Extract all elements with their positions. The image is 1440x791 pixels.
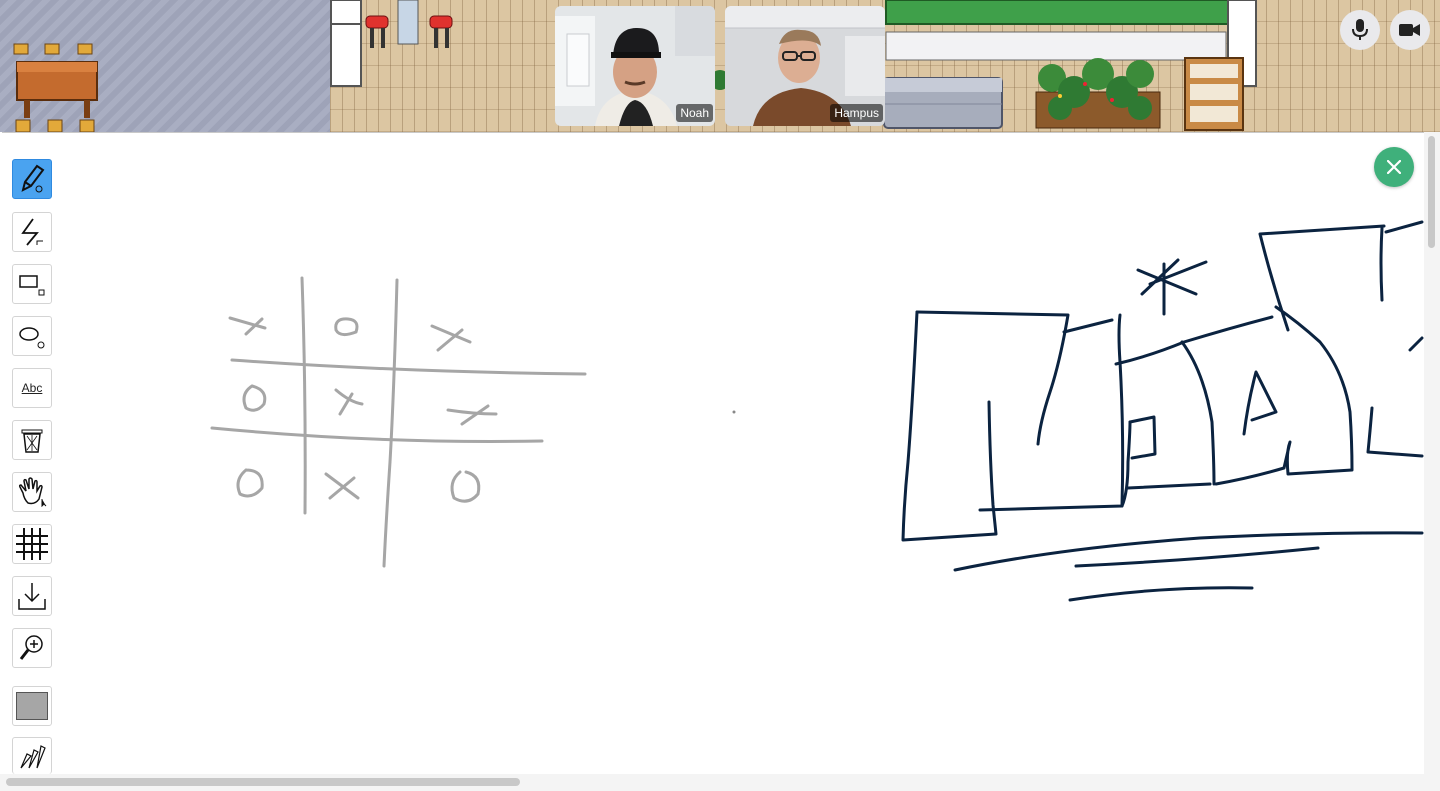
line-icon [21,218,43,246]
pan-tool-button[interactable] [12,472,52,512]
game-view: Noah Hampus [0,0,1440,132]
trash-icon [21,429,43,453]
noah-lettering-drawing [901,220,1424,602]
stool-icon [365,0,453,48]
text-tool-label: Abc [21,381,43,395]
horizontal-scrollbar[interactable] [0,774,1440,791]
pen-tool-button[interactable] [12,159,52,199]
microphone-icon [1352,19,1368,40]
text-tool-button[interactable]: Abc [12,368,52,408]
ellipse-icon [19,327,45,349]
vertical-scroll-thumb[interactable] [1428,136,1435,248]
color-swatch-icon [16,692,48,720]
drawing-layer [210,220,1424,602]
tic-tac-toe-drawing [210,276,587,568]
close-icon [1387,160,1401,174]
sofa-icon [883,77,1003,129]
zoom-tool-button[interactable] [12,628,52,668]
vertical-scrollbar[interactable] [1424,132,1440,774]
plant-icon [1035,58,1161,129]
room-furniture [13,0,1257,132]
pencil-icon [21,164,45,193]
brushes-tool-button[interactable] [12,737,52,774]
camera-button[interactable] [1390,10,1430,50]
rectangle-tool-button[interactable] [12,264,52,304]
video-tile-noah[interactable]: Noah [555,6,715,126]
download-icon [18,583,46,610]
shelf-icon [1184,57,1244,131]
microphone-button[interactable] [1340,10,1380,50]
color-tool-button[interactable] [12,686,52,726]
video-camera-icon [1399,24,1420,36]
grid-tool-button[interactable] [12,524,52,564]
clear-tool-button[interactable] [12,420,52,460]
grid-icon [16,528,48,560]
line-tool-button[interactable] [12,212,52,252]
ellipse-tool-button[interactable] [12,316,52,356]
brushes-icon [20,745,46,769]
table-icon [13,43,98,132]
rectangle-icon [19,275,45,296]
video-tile-hampus[interactable]: Hampus [725,6,885,126]
zoom-in-icon [19,635,43,660]
download-tool-button[interactable] [12,576,52,616]
close-whiteboard-button[interactable] [1374,147,1414,187]
participant-name: Hampus [830,104,883,122]
participant-name: Noah [676,104,713,122]
horizontal-scroll-thumb[interactable] [6,778,520,786]
hand-icon [18,477,47,507]
